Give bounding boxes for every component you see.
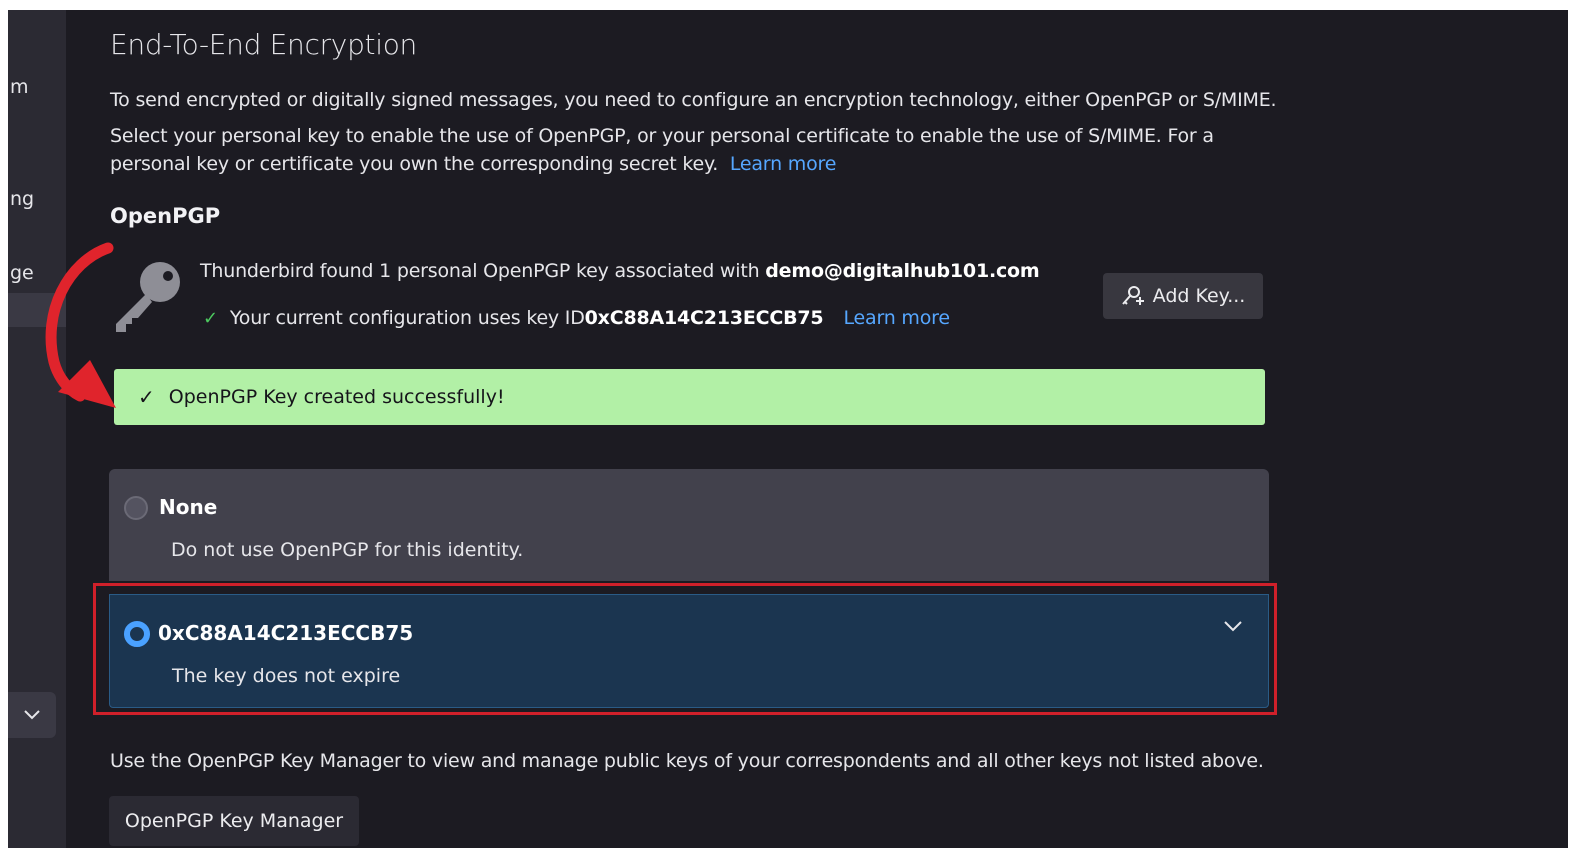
sidebar-expand-button[interactable] xyxy=(8,692,56,738)
current-key-id: 0xC88A14C213ECCB75 xyxy=(584,307,824,329)
identity-email: demo@digitalhub101.com xyxy=(765,260,1040,282)
chevron-down-icon xyxy=(24,710,40,720)
option-key-description: The key does not expire xyxy=(172,665,401,687)
option-key-title: 0xC88A14C213ECCB75 xyxy=(158,621,414,645)
key-manager-button[interactable]: OpenPGP Key Manager xyxy=(109,796,359,846)
key-found-prefix: Thunderbird found 1 personal OpenPGP key… xyxy=(200,260,766,282)
select-key-text: Select your personal key to enable the u… xyxy=(110,122,1280,178)
success-notification: ✓ OpenPGP Key created successfully! xyxy=(114,369,1265,425)
openpgp-heading: OpenPGP xyxy=(110,204,221,228)
section-title: End-To-End Encryption xyxy=(110,28,417,61)
sidebar-item-fragment[interactable]: m xyxy=(10,76,29,98)
success-message: OpenPGP Key created successfully! xyxy=(168,386,505,408)
intro-text: To send encrypted or digitally signed me… xyxy=(110,89,1277,111)
option-none-title: None xyxy=(159,495,218,519)
sidebar: m ng ge xyxy=(8,10,66,848)
current-config-text: ✓ Your current configuration uses key ID… xyxy=(203,307,950,329)
annotation-arrow-icon xyxy=(45,242,116,408)
radio-key-selected[interactable] xyxy=(124,621,150,647)
option-none-description: Do not use OpenPGP for this identity. xyxy=(171,539,524,561)
option-none[interactable]: None Do not use OpenPGP for this identit… xyxy=(109,469,1269,581)
radio-none[interactable] xyxy=(124,496,148,520)
checkmark-icon: ✓ xyxy=(203,307,218,329)
chevron-down-icon[interactable] xyxy=(1224,621,1242,632)
config-prefix: Your current configuration uses key ID xyxy=(229,307,585,329)
learn-more-link[interactable]: Learn more xyxy=(730,153,837,175)
add-key-icon xyxy=(1121,286,1144,305)
key-manager-description: Use the OpenPGP Key Manager to view and … xyxy=(110,750,1264,772)
key-found-text: Thunderbird found 1 personal OpenPGP key… xyxy=(200,260,1040,282)
option-key[interactable]: 0xC88A14C213ECCB75 The key does not expi… xyxy=(109,594,1269,708)
sidebar-item-fragment[interactable]: ng xyxy=(10,188,34,210)
add-key-button[interactable]: Add Key... xyxy=(1103,273,1263,319)
check-icon: ✓ xyxy=(138,385,155,409)
key-learn-more-link[interactable]: Learn more xyxy=(843,307,950,329)
select-key-description: Select your personal key to enable the u… xyxy=(110,125,1214,175)
app-window: m ng ge End-To-End Encryption To send en… xyxy=(8,10,1568,848)
add-key-label: Add Key... xyxy=(1152,285,1246,307)
